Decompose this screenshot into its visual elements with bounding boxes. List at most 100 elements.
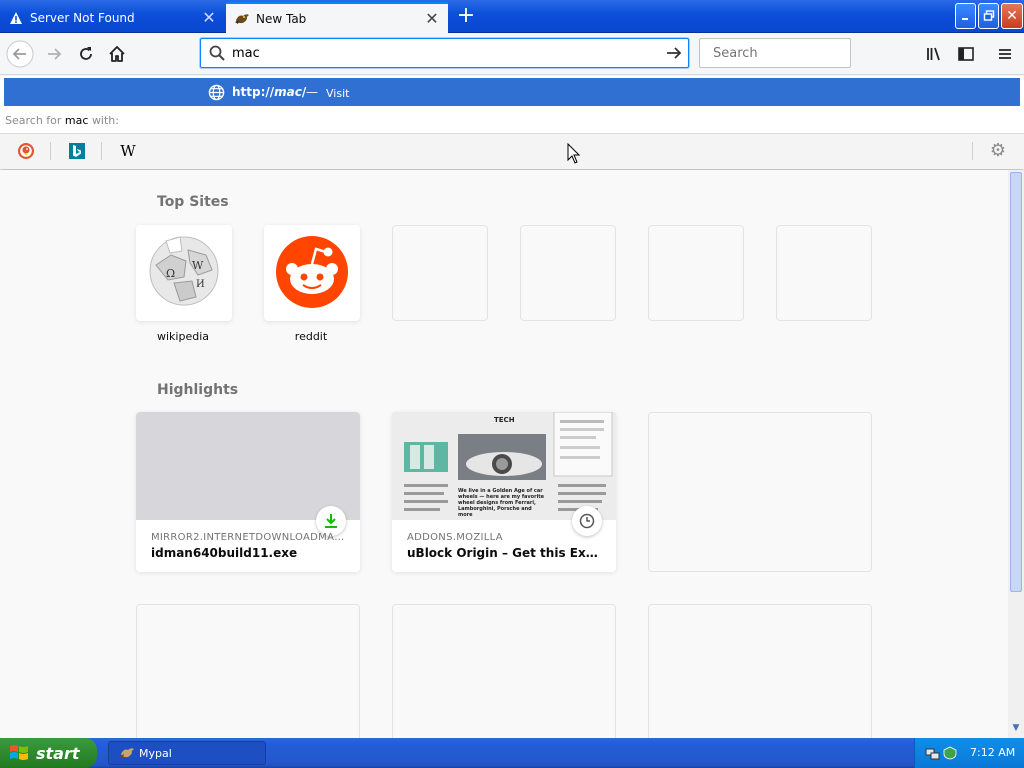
highlight-card-empty [136,604,360,738]
new-tab-page: Top Sites Ω W И wikipedia reddit Highlig… [0,170,1024,738]
clock: 7:12 AM [970,746,1016,759]
network-icon[interactable] [925,745,941,761]
divider [101,142,102,160]
nav-bar [0,33,1024,75]
system-tray: 7:12 AM [914,738,1024,768]
url-dropdown: http://mac/ — Visit Search for mac with:… [0,76,1024,169]
search-term: mac [64,114,89,127]
library-icon [927,47,940,61]
mouse-cursor-icon [567,143,581,164]
bing-icon[interactable] [66,140,88,162]
top-site-wikipedia[interactable]: Ω W И [136,225,232,321]
vertical-scrollbar[interactable]: ▼ [1008,170,1024,738]
taskbar-item-label: Mypal [139,746,172,760]
start-label: start [36,743,80,763]
search-input[interactable] [713,45,883,61]
card-host: ADDONS.MOZILLA [407,532,503,543]
home-button[interactable] [103,40,131,68]
duckduckgo-icon[interactable] [15,140,37,162]
highlight-card-empty [392,604,616,738]
highlight-card-empty [648,412,872,572]
divider [972,142,973,160]
close-icon[interactable]: ✕ [201,9,217,26]
search-for-suffix: with: [91,114,119,127]
svg-text:Ω: Ω [166,267,175,280]
wikipedia-globe-icon: Ω W И [149,236,219,306]
url-bar[interactable] [200,38,689,68]
menu-button[interactable] [991,40,1019,68]
minimize-button[interactable] [955,3,976,29]
card-preview: TECH We live in a Golden Age of car whee… [392,412,616,520]
highlights-title: Highlights [157,382,239,398]
card-title: idman640build11.exe [151,546,298,560]
reddit-icon [276,236,348,308]
suggestion-url: http://mac/ [232,85,306,99]
preview-heading: TECH [494,416,515,424]
search-bar[interactable] [699,38,883,68]
sidebar-button[interactable] [952,40,980,68]
go-arrow-icon [667,47,682,59]
security-icon[interactable] [943,746,957,760]
restore-button[interactable] [978,3,999,29]
webpage-thumbnail: TECH We live in a Golden Age of car whee… [392,412,616,520]
close-window-button[interactable]: ✕ [1001,3,1023,29]
search-for-label: Search for mac with: [5,114,119,127]
title-bar: Server Not Found ✕ New Tab ✕ + ✕ [0,0,1024,33]
warning-icon [8,10,24,26]
top-site-label: wikipedia [156,330,209,343]
top-site-empty[interactable] [392,225,488,321]
reload-icon [80,47,92,60]
forward-arrow-icon [48,48,62,60]
library-button[interactable] [920,40,948,68]
close-icon[interactable]: ✕ [424,10,440,27]
suggestion-action: Visit [326,87,350,100]
top-site-empty[interactable] [648,225,744,321]
search-for-prefix: Search for [5,114,62,127]
url-input[interactable] [232,45,660,61]
new-tab-button[interactable]: + [454,5,478,29]
go-button[interactable] [660,39,688,67]
reload-button[interactable] [72,40,100,68]
tab-new-tab[interactable]: New Tab ✕ [226,2,448,33]
search-icon [209,45,225,61]
gear-icon[interactable]: ⚙ [987,140,1009,162]
taskbar: start Mypal 7:12 AM [0,738,1024,768]
back-button[interactable] [6,40,34,68]
search-engines-bar: W ⚙ [0,133,1024,169]
wikipedia-icon[interactable]: W [117,140,139,162]
home-icon [109,46,125,62]
taskbar-item-mypal[interactable]: Mypal [108,741,266,765]
divider [50,142,51,160]
forward-button[interactable] [40,40,68,68]
top-site-empty[interactable] [520,225,616,321]
mypal-icon [234,11,250,27]
card-preview [136,412,360,520]
back-arrow-icon [6,40,34,68]
card-host: MIRROR2.INTERNETDOWNLOADMANAGER.COM [151,532,345,543]
suggestion-url-host: mac [274,85,302,99]
top-site-label: reddit [294,330,328,343]
suggestion-url-prefix: http:// [232,85,275,99]
top-site-reddit[interactable] [264,225,360,321]
card-title: uBlock Origin – Get this Extension for F… [407,546,603,560]
highlight-card[interactable]: TECH We live in a Golden Age of car whee… [392,412,616,572]
scrollbar-thumb[interactable] [1010,172,1022,592]
globe-icon [208,84,225,101]
url-suggestion-row[interactable]: http://mac/ — Visit [4,78,1020,106]
windows-logo-icon [10,745,28,760]
suggestion-separator: — [306,85,318,99]
top-site-empty[interactable] [776,225,872,321]
scroll-down-arrow-icon[interactable]: ▼ [1009,721,1023,735]
top-sites-title: Top Sites [157,194,229,210]
mypal-icon [120,748,134,758]
tab-title: Server Not Found [30,10,135,25]
svg-text:W: W [192,259,204,272]
tab-server-not-found[interactable]: Server Not Found ✕ [0,2,225,33]
highlight-card-empty [648,604,872,738]
start-button[interactable]: start [0,738,97,768]
highlight-card[interactable]: MIRROR2.INTERNETDOWNLOADMANAGER.COM idma… [136,412,360,572]
svg-text:И: И [196,279,205,290]
tab-title: New Tab [256,11,307,26]
hamburger-icon [999,49,1011,59]
preview-caption: We live in a Golden Age of car wheels — … [458,488,545,518]
